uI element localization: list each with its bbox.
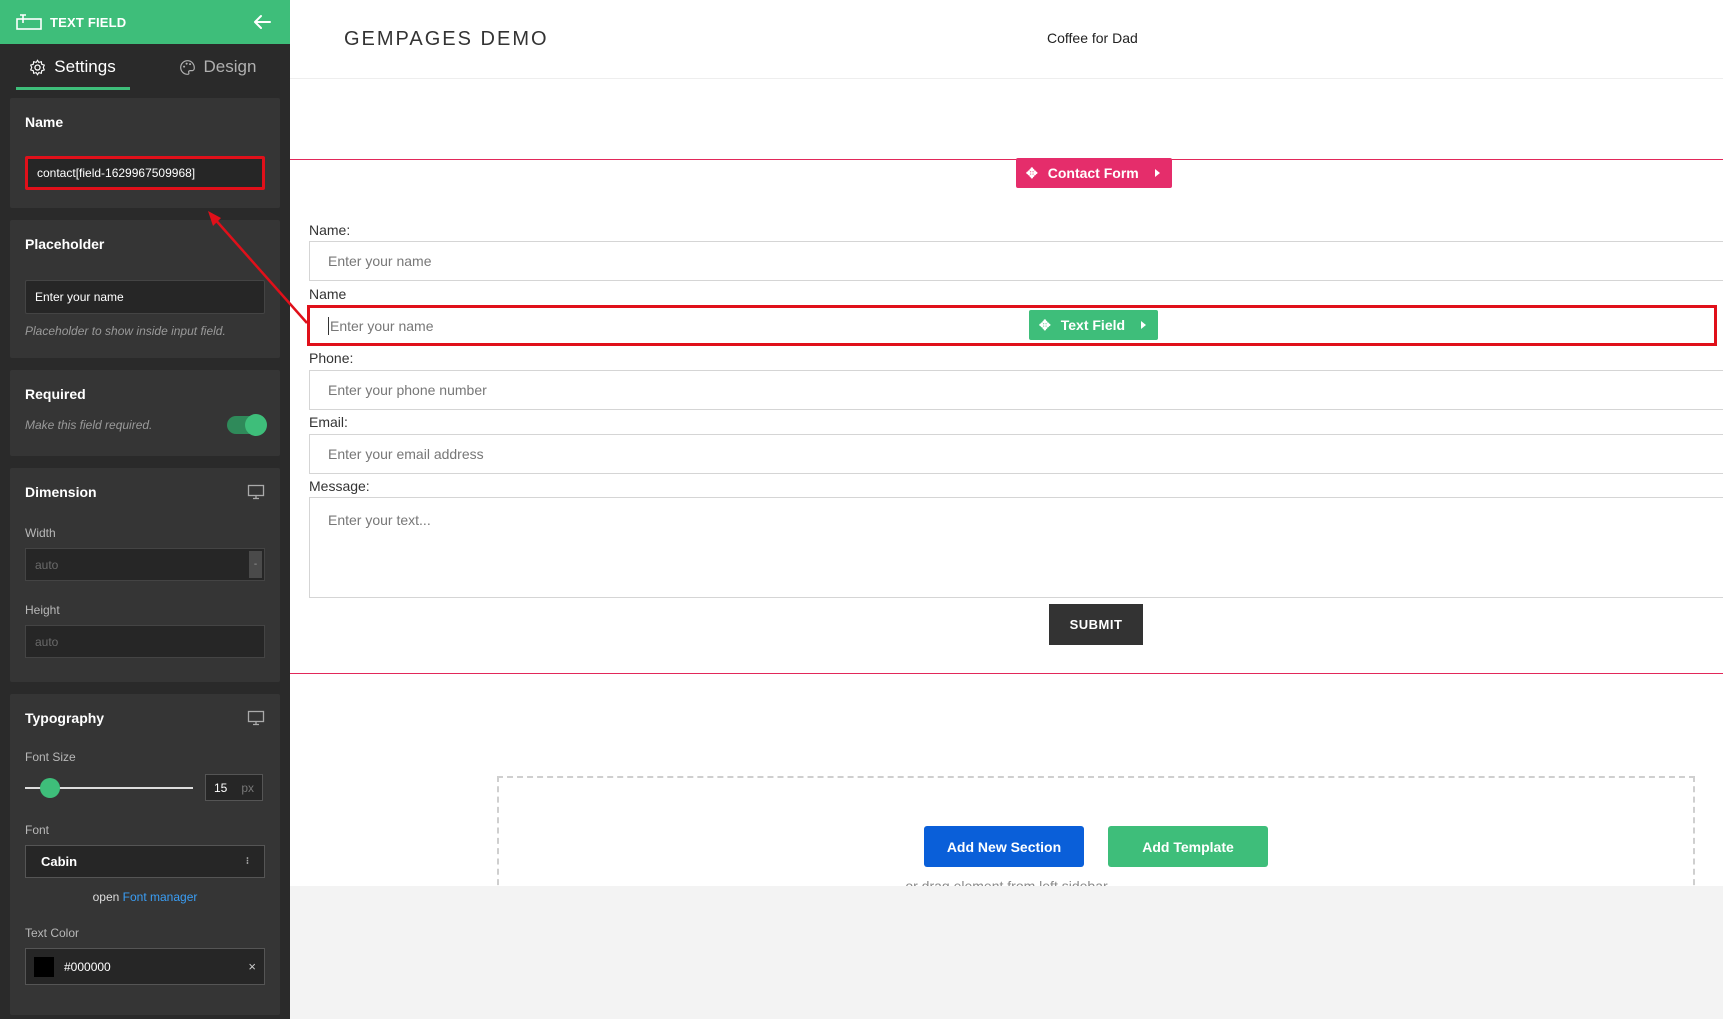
field-label-email: Email: bbox=[309, 414, 348, 430]
typography-panel-title: Typography bbox=[25, 710, 105, 726]
width-label: Width bbox=[25, 526, 56, 540]
font-size-row: 15 px bbox=[25, 774, 265, 801]
required-row: Make this field required. bbox=[25, 414, 267, 436]
monitor-icon[interactable] bbox=[247, 710, 265, 726]
gear-icon bbox=[30, 58, 46, 76]
placeholder-hint: Placeholder to show inside input field. bbox=[25, 324, 226, 338]
required-hint: Make this field required. bbox=[25, 418, 153, 432]
required-toggle[interactable] bbox=[227, 414, 267, 436]
sidebar-body: Name contact[field-1629967509968] Placeh… bbox=[0, 90, 290, 1019]
placeholder-panel: Placeholder Enter your name Placeholder … bbox=[10, 220, 280, 358]
dimension-panel: Dimension Width auto - Height auto bbox=[10, 468, 280, 682]
text-caret bbox=[328, 316, 329, 335]
placeholder-input[interactable]: Enter your name bbox=[25, 280, 265, 314]
text-field-tag-label: Text Field bbox=[1060, 317, 1126, 333]
text-field-tag[interactable]: ✥ Text Field bbox=[1029, 310, 1159, 340]
width-input[interactable]: auto - bbox=[25, 548, 265, 581]
caret-right-icon[interactable] bbox=[1141, 321, 1147, 329]
selected-text-field[interactable]: Enter your name bbox=[307, 305, 1717, 346]
add-template-button[interactable]: Add Template bbox=[1108, 826, 1268, 867]
editor-app: TEXT FIELD Settings Design Name contact[… bbox=[0, 0, 1723, 1019]
dimension-panel-title: Dimension bbox=[25, 484, 97, 500]
placeholder-panel-title: Placeholder bbox=[25, 236, 105, 252]
height-placeholder: auto bbox=[35, 634, 59, 649]
field-label-phone: Phone: bbox=[309, 350, 354, 366]
nav-item[interactable]: Coffee for Dad bbox=[1047, 30, 1138, 46]
submit-button[interactable]: SUBMIT bbox=[1049, 604, 1143, 645]
active-tab-indicator bbox=[16, 87, 130, 90]
clear-color-icon[interactable]: × bbox=[248, 959, 256, 974]
text-color-input[interactable]: #000000 × bbox=[25, 948, 265, 985]
required-panel: Required Make this field required. bbox=[10, 370, 280, 456]
width-placeholder: auto bbox=[35, 557, 59, 572]
move-icon[interactable]: ✥ bbox=[1026, 165, 1038, 182]
drop-zone[interactable] bbox=[497, 776, 1695, 886]
page: GEMPAGES DEMO Coffee for Dad ✥ Contact F… bbox=[290, 0, 1723, 886]
page-preview: GEMPAGES DEMO Coffee for Dad ✥ Contact F… bbox=[290, 0, 1723, 886]
back-arrow-icon[interactable] bbox=[250, 10, 274, 34]
sidebar-title: TEXT FIELD bbox=[50, 14, 127, 30]
sidebar-header: TEXT FIELD bbox=[0, 0, 290, 44]
tab-settings-label: Settings bbox=[54, 57, 116, 76]
font-size-input[interactable]: 15 px bbox=[205, 774, 263, 801]
typography-panel: Typography Font Size 15 px Font Cabin ⁝ … bbox=[10, 694, 280, 1015]
font-manager-link[interactable]: Font manager bbox=[123, 890, 198, 904]
caret-right-icon[interactable] bbox=[1154, 169, 1160, 177]
color-swatch[interactable] bbox=[34, 956, 54, 977]
field-name-input[interactable]: contact[field-1629967509968] bbox=[25, 156, 265, 190]
name-panel: Name contact[field-1629967509968] bbox=[10, 98, 280, 208]
field-label-message: Message: bbox=[309, 478, 370, 494]
tab-design[interactable]: Design bbox=[145, 44, 290, 90]
tab-design-label: Design bbox=[203, 57, 257, 76]
height-input[interactable]: auto bbox=[25, 625, 265, 658]
tab-settings[interactable]: Settings bbox=[0, 44, 145, 90]
toggle-knob bbox=[245, 414, 267, 436]
font-manager-prefix: open bbox=[92, 890, 120, 904]
site-header: GEMPAGES DEMO Coffee for Dad bbox=[290, 0, 1723, 79]
required-panel-title: Required bbox=[25, 386, 86, 402]
font-select[interactable]: Cabin ⁝ bbox=[25, 845, 265, 878]
font-size-label: Font Size bbox=[25, 750, 76, 764]
selected-text-field-placeholder: Enter your name bbox=[330, 317, 434, 334]
height-label: Height bbox=[25, 603, 60, 617]
site-brand[interactable]: GEMPAGES DEMO bbox=[344, 28, 549, 51]
font-manager-line: open Font manager bbox=[25, 890, 265, 904]
contact-form-tag[interactable]: ✥ Contact Form bbox=[1016, 158, 1172, 188]
contact-form-tag-label: Contact Form bbox=[1047, 165, 1139, 181]
font-select-value: Cabin bbox=[41, 854, 78, 869]
font-size-value: 15 bbox=[214, 780, 228, 795]
text-field-icon bbox=[16, 14, 42, 30]
field-label-name: Name: bbox=[309, 222, 351, 238]
dimension-panel-header: Dimension bbox=[25, 484, 265, 500]
name-input[interactable]: Enter your name bbox=[309, 241, 1723, 281]
section-top-border bbox=[290, 159, 1723, 160]
phone-input[interactable]: Enter your phone number bbox=[309, 370, 1723, 410]
email-input[interactable]: Enter your email address bbox=[309, 434, 1723, 474]
width-unit-toggle[interactable]: - bbox=[249, 551, 262, 578]
sidebar-tabs: Settings Design bbox=[0, 44, 290, 90]
drag-hint: or drag element from left sidebar bbox=[905, 878, 1108, 886]
palette-icon bbox=[179, 59, 195, 75]
font-label: Font bbox=[25, 823, 50, 837]
add-new-section-button[interactable]: Add New Section bbox=[924, 826, 1084, 867]
typography-panel-header: Typography bbox=[25, 710, 265, 726]
name-panel-title: Name bbox=[25, 114, 64, 130]
settings-sidebar: TEXT FIELD Settings Design Name contact[… bbox=[0, 0, 290, 1019]
font-size-unit: px bbox=[241, 780, 254, 795]
text-color-value: #000000 bbox=[64, 959, 111, 974]
select-arrows-icon: ⁝ bbox=[245, 856, 249, 867]
field-label-name-2: Name bbox=[309, 286, 347, 302]
section-bottom-border bbox=[290, 673, 1723, 674]
slider-thumb[interactable] bbox=[40, 777, 60, 798]
editor-canvas: GEMPAGES DEMO Coffee for Dad ✥ Contact F… bbox=[290, 0, 1723, 1019]
text-color-label: Text Color bbox=[25, 926, 80, 940]
font-size-slider[interactable] bbox=[25, 777, 193, 798]
monitor-icon[interactable] bbox=[247, 484, 265, 500]
move-icon[interactable]: ✥ bbox=[1039, 317, 1051, 334]
message-textarea[interactable]: Enter your text... bbox=[309, 497, 1723, 598]
